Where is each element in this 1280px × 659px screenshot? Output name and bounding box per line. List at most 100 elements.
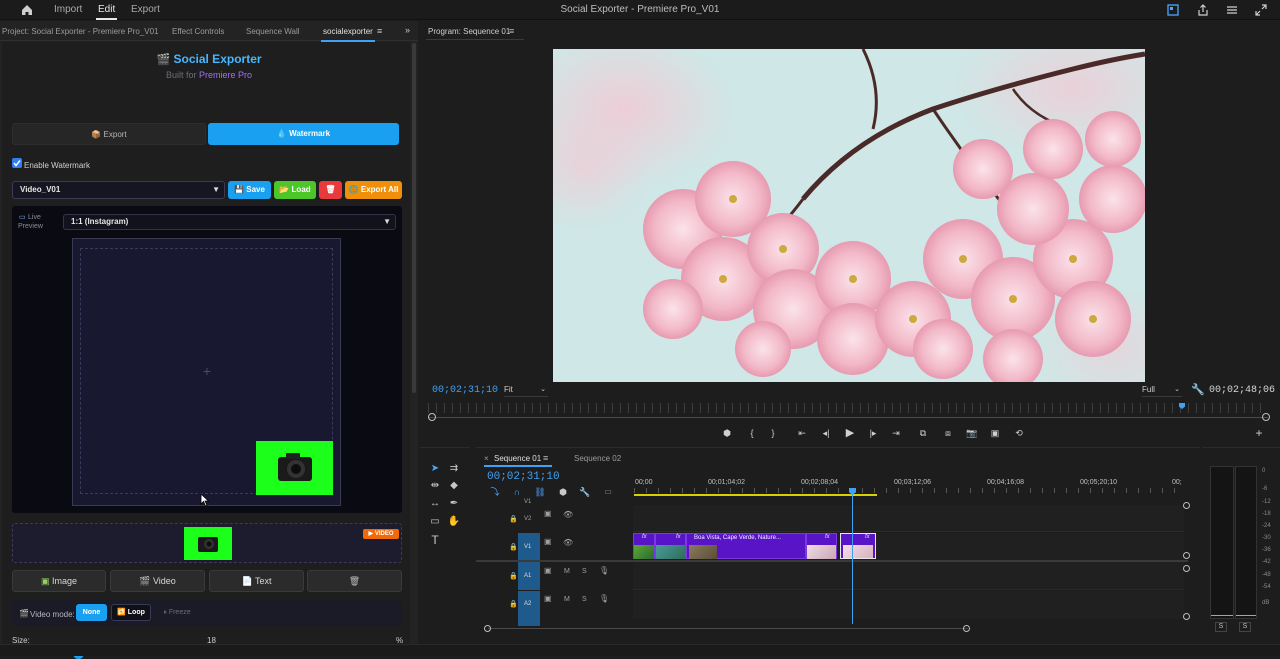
add-text-button[interactable]: 📄 Text xyxy=(209,570,304,592)
microphone-icon[interactable]: 🎙 xyxy=(599,594,609,603)
timeline-settings-icon[interactable]: 🔧 xyxy=(578,485,592,499)
tab-menu-icon[interactable]: ≡ xyxy=(377,26,382,36)
tab-sequence-wall[interactable]: Sequence Wall xyxy=(246,27,300,36)
fit-select[interactable]: Fit ⌄ xyxy=(504,385,548,397)
solo-button[interactable]: S xyxy=(582,568,587,575)
add-button-icon[interactable]: + xyxy=(1252,427,1266,439)
track-lock-icon[interactable]: 🔒 xyxy=(509,572,518,580)
video-clip[interactable]: fx xyxy=(655,533,686,559)
menu-icon[interactable] xyxy=(1225,3,1239,17)
selection-tool-icon[interactable]: ➤ xyxy=(428,462,442,476)
track-lock-icon[interactable]: 🔒 xyxy=(509,515,518,523)
track-zoom-handle[interactable] xyxy=(1183,613,1190,620)
sync-lock-icon[interactable]: ▣ xyxy=(544,509,552,518)
solo-right-button[interactable]: S xyxy=(1239,622,1251,632)
pen-tool-icon[interactable]: ✒ xyxy=(447,497,461,511)
tab-sequence-02[interactable]: Sequence 02 xyxy=(574,454,621,463)
timeline-horizontal-scrollbar[interactable] xyxy=(488,628,968,629)
go-to-in-icon[interactable]: ⇤ xyxy=(795,427,809,439)
track-lock-icon[interactable]: 🔒 xyxy=(509,600,518,608)
add-image-button[interactable]: ▣ Image xyxy=(12,570,106,592)
save-button[interactable]: 💾 Save xyxy=(228,181,271,199)
zoom-handle-left[interactable] xyxy=(428,413,436,421)
scroll-handle-left[interactable] xyxy=(484,625,491,632)
play-icon[interactable]: ▶ xyxy=(843,427,857,439)
nav-edit[interactable]: Edit xyxy=(95,4,118,20)
tab-socialexporter[interactable]: socialexporter xyxy=(321,27,375,42)
mark-out-icon[interactable]: } xyxy=(766,427,780,439)
snap-magnet-icon[interactable]: ∩ xyxy=(510,485,524,499)
load-button[interactable]: 📂 Load xyxy=(274,181,316,199)
preview-canvas[interactable]: + xyxy=(72,238,341,506)
video-clip[interactable]: fx xyxy=(806,533,837,559)
enable-watermark-checkbox[interactable] xyxy=(12,158,22,168)
video-mode-freeze-button[interactable]: ⏸ Freeze xyxy=(155,604,199,621)
export-all-button[interactable]: 🌐 Export All xyxy=(345,181,402,199)
program-time-ruler[interactable] xyxy=(428,403,1268,413)
sync-lock-icon[interactable]: ▣ xyxy=(544,566,552,575)
video-clip[interactable]: Boa Vista, Cape Verde, Nature... xyxy=(686,533,806,559)
scroll-handle-right[interactable] xyxy=(963,625,970,632)
eye-icon[interactable]: 👁 xyxy=(563,510,573,519)
mute-button[interactable]: M xyxy=(564,596,570,603)
panel-layout-icon[interactable] xyxy=(1166,3,1180,17)
timeline-playhead-line[interactable] xyxy=(852,494,853,624)
step-back-icon[interactable]: ◂| xyxy=(819,427,833,439)
slip-tool-icon[interactable]: ↔ xyxy=(428,497,442,511)
delete-preset-button[interactable]: 🗑 xyxy=(319,181,342,199)
linked-selection-icon[interactable]: ⛓ xyxy=(533,485,547,499)
lift-icon[interactable]: ⧉ xyxy=(916,427,930,439)
mark-in-icon[interactable]: { xyxy=(745,427,759,439)
program-current-timecode[interactable]: 00;02;31;10 xyxy=(432,385,498,396)
microphone-icon[interactable]: 🎙 xyxy=(599,566,609,575)
nav-import[interactable]: Import xyxy=(54,4,82,15)
export-tab[interactable]: 📦 Export xyxy=(12,123,206,145)
video-mode-loop-button[interactable]: 🔁 Loop xyxy=(111,604,151,621)
sync-lock-icon[interactable]: ▣ xyxy=(544,594,552,603)
comparison-view-icon[interactable]: ▣ xyxy=(988,427,1002,439)
captions-icon[interactable]: ▭ xyxy=(601,485,615,499)
track-lane-v2[interactable] xyxy=(633,505,1184,532)
track-lock-icon[interactable]: 🔒 xyxy=(509,543,518,551)
export-frame-icon[interactable]: 📷 xyxy=(965,427,979,439)
watermark-media-dropzone[interactable]: ▶ VIDEO xyxy=(12,523,402,563)
extract-icon[interactable]: ⧈ xyxy=(941,427,955,439)
quality-select[interactable]: Full ⌄ xyxy=(1142,385,1182,397)
video-mode-none-button[interactable]: None xyxy=(76,604,107,621)
video-clip-selected[interactable]: fx xyxy=(840,533,876,559)
video-clip[interactable]: fx xyxy=(633,533,655,559)
wrench-icon[interactable]: 🔧 xyxy=(1191,383,1205,396)
mute-button[interactable]: M xyxy=(564,568,570,575)
rectangle-tool-icon[interactable]: ▭ xyxy=(428,515,442,529)
hand-tool-icon[interactable]: ✋ xyxy=(447,515,461,529)
track-select-tool-icon[interactable]: ⇉ xyxy=(447,462,461,476)
expand-icon[interactable] xyxy=(1254,3,1268,17)
tab-sequence-01[interactable]: Sequence 01 xyxy=(494,454,541,463)
share-icon[interactable] xyxy=(1196,3,1210,17)
timeline-ruler[interactable]: 00;00 00;01;04;02 00;02;08;04 00;03;12;0… xyxy=(634,476,1184,498)
program-menu-icon[interactable]: ≡ xyxy=(509,26,514,36)
multicam-icon[interactable]: ⟲ xyxy=(1012,427,1026,439)
preset-select[interactable]: Video_V01 ▼ xyxy=(12,181,225,199)
tab-project[interactable]: Project: Social Exporter - Premiere Pro_… xyxy=(2,27,159,36)
sequence-tab-menu-icon[interactable]: ≡ xyxy=(543,453,548,463)
timeline-close-icon[interactable]: × xyxy=(484,454,489,463)
razor-tool-icon[interactable]: ◆ xyxy=(447,479,461,493)
home-icon[interactable] xyxy=(20,3,34,17)
program-video-frame[interactable] xyxy=(553,49,1145,382)
tab-effect-controls[interactable]: Effect Controls xyxy=(172,27,224,36)
timeline-marker-icon[interactable]: ⬢ xyxy=(556,485,570,499)
nav-export[interactable]: Export xyxy=(131,4,160,15)
solo-left-button[interactable]: S xyxy=(1215,622,1227,632)
add-marker-icon[interactable]: ⬢ xyxy=(720,427,734,439)
eye-icon[interactable]: 👁 xyxy=(563,538,573,547)
program-zoom-bar[interactable] xyxy=(428,417,1268,418)
work-area-bar[interactable] xyxy=(634,494,877,496)
track-zoom-handle[interactable] xyxy=(1183,565,1190,572)
nest-icon[interactable]: ⤵ xyxy=(488,485,502,499)
step-forward-icon[interactable]: |▸ xyxy=(866,427,880,439)
go-to-out-icon[interactable]: ⇥ xyxy=(889,427,903,439)
sync-lock-icon[interactable]: ▣ xyxy=(544,537,552,546)
panel-overflow-icon[interactable]: » xyxy=(405,25,410,35)
watermark-tab[interactable]: 💧 Watermark xyxy=(208,123,399,145)
